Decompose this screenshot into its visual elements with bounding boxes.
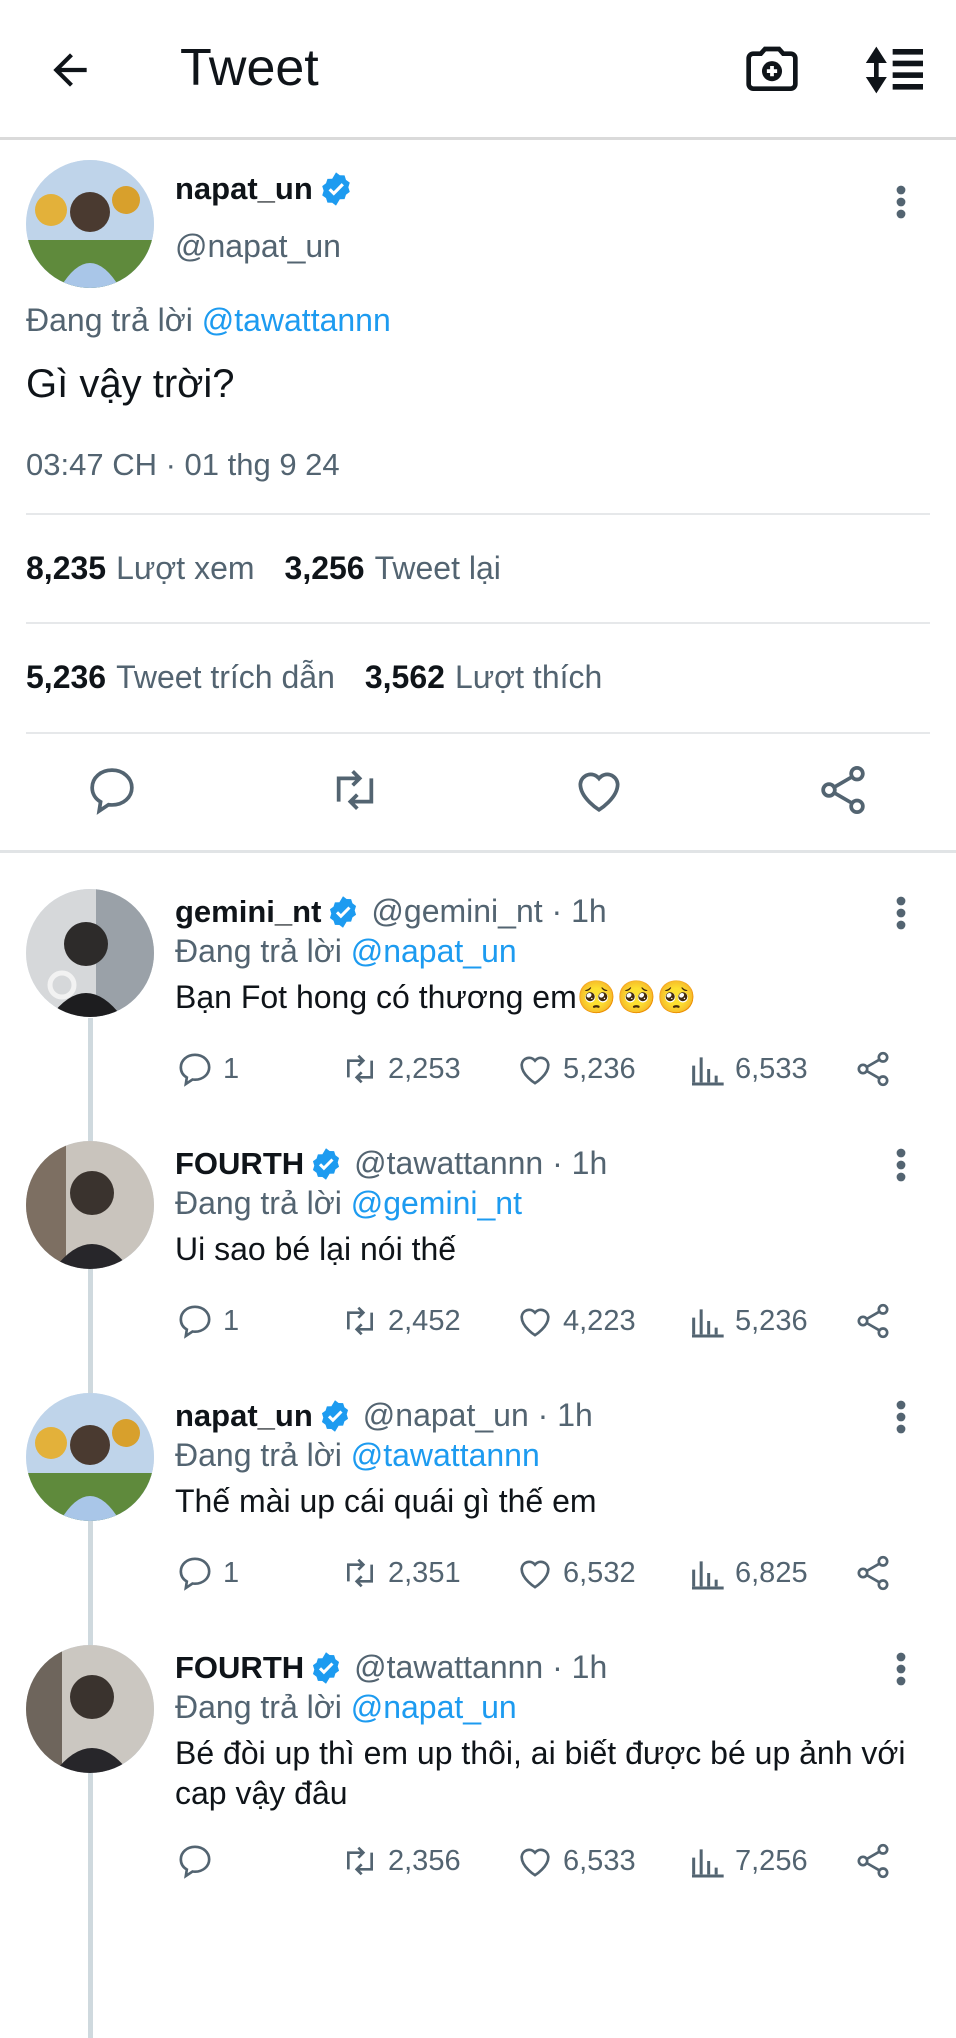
stats-row: 5,236 Tweet trích dẫn 3,562 Lượt thích <box>26 659 602 696</box>
views-button[interactable]: 7,256 <box>687 1841 808 1881</box>
more-vertical-icon[interactable] <box>886 182 916 222</box>
reply-tweet[interactable]: napat_un @napat_un · 1h Đang trả lời @ta… <box>0 1357 956 1609</box>
replies-list: gemini_nt @gemini_nt · 1h Đang trả lời @… <box>0 853 956 2038</box>
likes-stat[interactable]: 3,562 Lượt thích <box>365 659 602 696</box>
page-title: Tweet <box>180 39 319 97</box>
more-vertical-icon[interactable] <box>886 893 916 933</box>
retweet-button[interactable]: 2,452 <box>340 1301 461 1341</box>
author-name[interactable]: FOURTH <box>175 1146 304 1182</box>
reply-text: Ui sao bé lại nói thế <box>175 1231 457 1267</box>
reply-count-button[interactable]: 1 <box>175 1049 239 1089</box>
like-button[interactable]: 4,223 <box>515 1301 636 1341</box>
retweet-icon[interactable] <box>327 762 383 818</box>
verified-badge-icon <box>317 1398 353 1434</box>
main-tweet: napat_un @napat_un Đang trả lời @tawatta… <box>0 140 956 853</box>
retweet-button[interactable]: 2,356 <box>340 1841 461 1881</box>
views-button[interactable]: 6,825 <box>687 1553 808 1593</box>
replying-to: Đang trả lời @tawattannn <box>175 1437 540 1473</box>
reply-tweet[interactable]: FOURTH @tawattannn · 1h Đang trả lời @na… <box>0 1609 956 1917</box>
author-handle[interactable]: @tawattannn · 1h <box>354 1145 607 1182</box>
author-handle[interactable]: @gemini_nt · 1h <box>371 893 606 930</box>
replying-to: Đang trả lời @napat_un <box>175 933 517 969</box>
like-button[interactable]: 6,533 <box>515 1841 636 1881</box>
author-name[interactable]: napat_un <box>175 1398 313 1434</box>
divider <box>26 622 930 624</box>
camera-add-icon[interactable] <box>742 40 802 100</box>
avatar[interactable] <box>26 1645 154 1773</box>
author-name[interactable]: napat_un <box>175 171 313 207</box>
avatar[interactable] <box>26 1393 154 1521</box>
divider <box>26 513 930 515</box>
more-vertical-icon[interactable] <box>886 1649 916 1689</box>
share-icon[interactable] <box>853 1841 893 1881</box>
sort-icon[interactable] <box>860 40 930 100</box>
stats-row: 8,235 Lượt xem 3,256 Tweet lại <box>26 550 501 587</box>
verified-badge-icon <box>308 1650 344 1686</box>
avatar[interactable] <box>26 160 154 288</box>
views-button[interactable]: 6,533 <box>687 1049 808 1089</box>
reply-count-button[interactable]: 1 <box>175 1301 239 1341</box>
replying-to: Đang trả lời @tawattannn <box>26 302 391 339</box>
author-handle[interactable]: @tawattannn · 1h <box>354 1649 607 1686</box>
reply-count-button[interactable]: 1 <box>175 1553 239 1593</box>
share-icon[interactable] <box>853 1553 893 1593</box>
share-icon[interactable] <box>815 762 871 818</box>
mention-link[interactable]: @tawattannn <box>351 1437 540 1473</box>
share-icon[interactable] <box>853 1049 893 1089</box>
reply-tweet[interactable]: gemini_nt @gemini_nt · 1h Đang trả lời @… <box>0 853 956 1105</box>
mention-link[interactable]: @tawattannn <box>202 302 391 338</box>
reply-prefix: Đang trả lời <box>26 302 193 338</box>
verified-badge-icon <box>317 170 355 208</box>
reply-count-button[interactable] <box>175 1841 223 1881</box>
retweet-button[interactable]: 2,351 <box>340 1553 461 1593</box>
views-button[interactable]: 5,236 <box>687 1301 808 1341</box>
top-app-bar: Tweet <box>0 0 956 140</box>
avatar[interactable] <box>26 889 154 1017</box>
like-button[interactable]: 6,532 <box>515 1553 636 1593</box>
mention-link[interactable]: @gemini_nt <box>351 1185 522 1221</box>
reply-actions: 2,356 6,533 7,256 <box>175 1841 936 1885</box>
share-icon[interactable] <box>853 1301 893 1341</box>
reply-actions: 1 2,452 4,223 5,236 <box>175 1301 936 1345</box>
more-vertical-icon[interactable] <box>886 1397 916 1437</box>
retweets-stat[interactable]: 3,256 Tweet lại <box>285 550 501 587</box>
reply-text: Thế mài up cái quái gì thế em <box>175 1483 597 1519</box>
retweet-button[interactable]: 2,253 <box>340 1049 461 1089</box>
avatar[interactable] <box>26 1141 154 1269</box>
divider <box>26 732 930 734</box>
like-button[interactable]: 5,236 <box>515 1049 636 1089</box>
tweet-text: Gì vậy trời? <box>26 362 235 406</box>
back-arrow-icon[interactable] <box>40 40 100 100</box>
mention-link[interactable]: @napat_un <box>351 1689 517 1725</box>
reply-text: Bé đòi up thì em up thôi, ai biết được b… <box>175 1735 906 1811</box>
author-name[interactable]: FOURTH <box>175 1650 304 1686</box>
reply-actions: 1 2,253 5,236 6,533 <box>175 1049 936 1093</box>
reply-actions: 1 2,351 6,532 6,825 <box>175 1553 936 1597</box>
author-name[interactable]: gemini_nt <box>175 894 321 930</box>
replying-to: Đang trả lời @napat_un <box>175 1689 517 1725</box>
author-handle[interactable]: @napat_un <box>175 228 341 265</box>
reply-icon[interactable] <box>84 762 140 818</box>
verified-badge-icon <box>325 894 361 930</box>
tweet-timestamp[interactable]: 03:47 CH · 01 thg 9 24 <box>26 447 340 483</box>
replying-to: Đang trả lời @gemini_nt <box>175 1185 522 1221</box>
quotes-stat[interactable]: 5,236 Tweet trích dẫn <box>26 659 335 696</box>
reply-text: Bạn Fot hong có thương em🥺🥺🥺 <box>175 979 697 1015</box>
author-handle[interactable]: @napat_un · 1h <box>363 1397 593 1434</box>
reply-tweet[interactable]: FOURTH @tawattannn · 1h Đang trả lời @ge… <box>0 1105 956 1357</box>
views-stat[interactable]: 8,235 Lượt xem <box>26 550 255 587</box>
mention-link[interactable]: @napat_un <box>351 933 517 969</box>
verified-badge-icon <box>308 1146 344 1182</box>
like-heart-icon[interactable] <box>571 762 627 818</box>
more-vertical-icon[interactable] <box>886 1145 916 1185</box>
